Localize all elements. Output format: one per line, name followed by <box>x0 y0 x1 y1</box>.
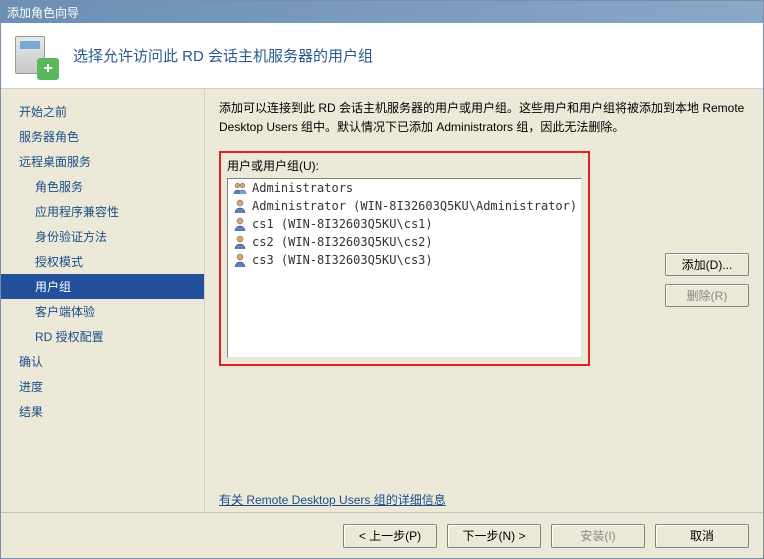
body: 开始之前服务器角色远程桌面服务角色服务应用程序兼容性身份验证方法授权模式用户组客… <box>1 89 763 512</box>
sidebar-item[interactable]: 确认 <box>1 349 204 374</box>
wizard-window: 添加角色向导 + 选择允许访问此 RD 会话主机服务器的用户组 开始之前服务器角… <box>0 0 764 559</box>
list-item[interactable]: cs2 (WIN-8I32603Q5KU\cs2) <box>228 233 581 251</box>
add-button[interactable]: 添加(D)... <box>665 253 749 276</box>
usergroup-area: 用户或用户组(U): Administrators Administrator (… <box>219 151 590 366</box>
next-button[interactable]: 下一步(N) > <box>447 524 541 548</box>
sidebar-item[interactable]: 应用程序兼容性 <box>1 199 204 224</box>
wizard-icon: + <box>13 34 57 78</box>
list-item[interactable]: Administrators <box>228 179 581 197</box>
user-icon <box>232 198 248 214</box>
prev-button[interactable]: < 上一步(P) <box>343 524 437 548</box>
sidebar-item[interactable]: 进度 <box>1 374 204 399</box>
list-item-label: Administrators <box>252 181 353 195</box>
list-item-label: cs1 (WIN-8I32603Q5KU\cs1) <box>252 217 433 231</box>
description-text: 添加可以连接到此 RD 会话主机服务器的用户或用户组。这些用户和用户组将被添加到… <box>219 99 749 137</box>
sidebar-item[interactable]: 结果 <box>1 399 204 424</box>
usergroup-list[interactable]: Administrators Administrator (WIN-8I32603… <box>227 178 582 358</box>
user-icon <box>232 252 248 268</box>
sidebar-item[interactable]: 用户组 <box>1 274 204 299</box>
help-link[interactable]: 有关 Remote Desktop Users 组的详细信息 <box>219 473 749 508</box>
sidebar-item[interactable]: 服务器角色 <box>1 124 204 149</box>
list-buttons: 添加(D)... 删除(R) <box>665 253 749 307</box>
sidebar-item[interactable]: 授权模式 <box>1 249 204 274</box>
list-item-label: Administrator (WIN-8I32603Q5KU\Administr… <box>252 199 577 213</box>
footer: < 上一步(P) 下一步(N) > 安装(I) 取消 <box>1 512 763 558</box>
sidebar-item[interactable]: 角色服务 <box>1 174 204 199</box>
sidebar-item[interactable]: 身份验证方法 <box>1 224 204 249</box>
list-item[interactable]: Administrator (WIN-8I32603Q5KU\Administr… <box>228 197 581 215</box>
header: + 选择允许访问此 RD 会话主机服务器的用户组 <box>1 23 763 89</box>
list-item-label: cs2 (WIN-8I32603Q5KU\cs2) <box>252 235 433 249</box>
group-icon <box>232 180 248 196</box>
sidebar-item[interactable]: 远程桌面服务 <box>1 149 204 174</box>
user-icon <box>232 234 248 250</box>
list-item[interactable]: cs3 (WIN-8I32603Q5KU\cs3) <box>228 251 581 269</box>
sidebar-item[interactable]: 开始之前 <box>1 99 204 124</box>
sidebar-item[interactable]: 客户端体验 <box>1 299 204 324</box>
plus-icon: + <box>37 58 59 80</box>
list-item-label: cs3 (WIN-8I32603Q5KU\cs3) <box>252 253 433 267</box>
list-item[interactable]: cs1 (WIN-8I32603Q5KU\cs1) <box>228 215 581 233</box>
window-title: 添加角色向导 <box>7 4 79 21</box>
page-title: 选择允许访问此 RD 会话主机服务器的用户组 <box>73 45 373 66</box>
sidebar-item[interactable]: RD 授权配置 <box>1 324 204 349</box>
sidebar: 开始之前服务器角色远程桌面服务角色服务应用程序兼容性身份验证方法授权模式用户组客… <box>1 89 205 512</box>
titlebar[interactable]: 添加角色向导 <box>1 1 763 23</box>
list-label: 用户或用户组(U): <box>227 157 582 174</box>
user-icon <box>232 216 248 232</box>
content-panel: 添加可以连接到此 RD 会话主机服务器的用户或用户组。这些用户和用户组将被添加到… <box>205 89 763 512</box>
remove-button[interactable]: 删除(R) <box>665 284 749 307</box>
install-button[interactable]: 安装(I) <box>551 524 645 548</box>
cancel-button[interactable]: 取消 <box>655 524 749 548</box>
